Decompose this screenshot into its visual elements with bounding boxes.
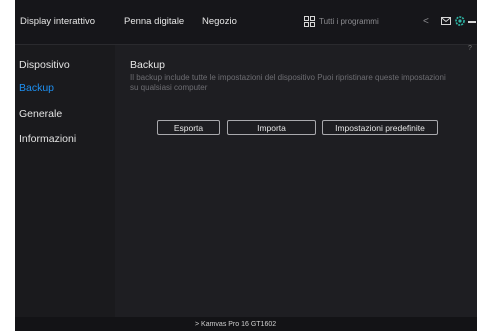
export-button[interactable]: Esporta [157, 120, 220, 135]
back-chevron-icon[interactable]: < [423, 0, 429, 44]
device-selector[interactable]: > Kamvas Pro 16 GT1602 [195, 317, 276, 331]
tab-negozio[interactable]: Negozio [202, 0, 237, 44]
sidebar-item-informazioni[interactable]: Informazioni [19, 133, 76, 145]
section-description: Il backup include tutte le impostazioni … [130, 73, 446, 92]
gear-icon[interactable] [455, 16, 465, 26]
main-panel: ? Backup Il backup include tutte le impo… [115, 45, 477, 317]
sidebar: Dispositivo Backup Generale Informazioni [15, 45, 115, 317]
default-settings-button[interactable]: Impostazioni predefinite [322, 120, 438, 135]
minimize-icon[interactable] [468, 21, 476, 23]
all-programs-selector[interactable]: Tutti i programmi [319, 0, 379, 44]
top-navigation-bar: Display interattivo Penna digitale Negoz… [15, 0, 477, 45]
tab-penna-digitale[interactable]: Penna digitale [124, 0, 184, 44]
device-footer: > Kamvas Pro 16 GT1602 [15, 317, 477, 331]
grid-icon[interactable] [304, 16, 315, 27]
tab-display-interattivo[interactable]: Display interattivo [20, 0, 95, 44]
import-button[interactable]: Importa [227, 120, 316, 135]
app-window: Display interattivo Penna digitale Negoz… [15, 0, 477, 331]
help-icon[interactable]: ? [468, 45, 472, 52]
sidebar-item-backup[interactable]: Backup [19, 82, 54, 94]
sidebar-item-generale[interactable]: Generale [19, 108, 62, 120]
section-title: Backup [130, 59, 166, 71]
mail-icon[interactable] [441, 17, 451, 25]
sidebar-item-dispositivo[interactable]: Dispositivo [19, 59, 70, 71]
